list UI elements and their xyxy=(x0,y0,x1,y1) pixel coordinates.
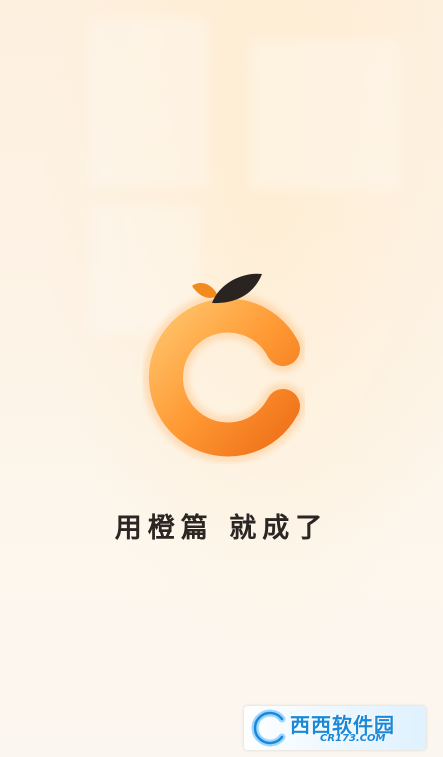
background-window-light xyxy=(250,40,400,190)
logo-leaf-orange xyxy=(192,283,218,298)
slogan-text: 用橙篇 就成了 xyxy=(114,513,329,544)
watermark-badge: 西西软件园 CR173.COM xyxy=(244,706,426,750)
watermark-c-icon xyxy=(251,709,286,747)
background-window-light xyxy=(88,18,208,188)
app-logo xyxy=(143,273,305,463)
watermark-domain: CR173.COM xyxy=(320,733,386,744)
